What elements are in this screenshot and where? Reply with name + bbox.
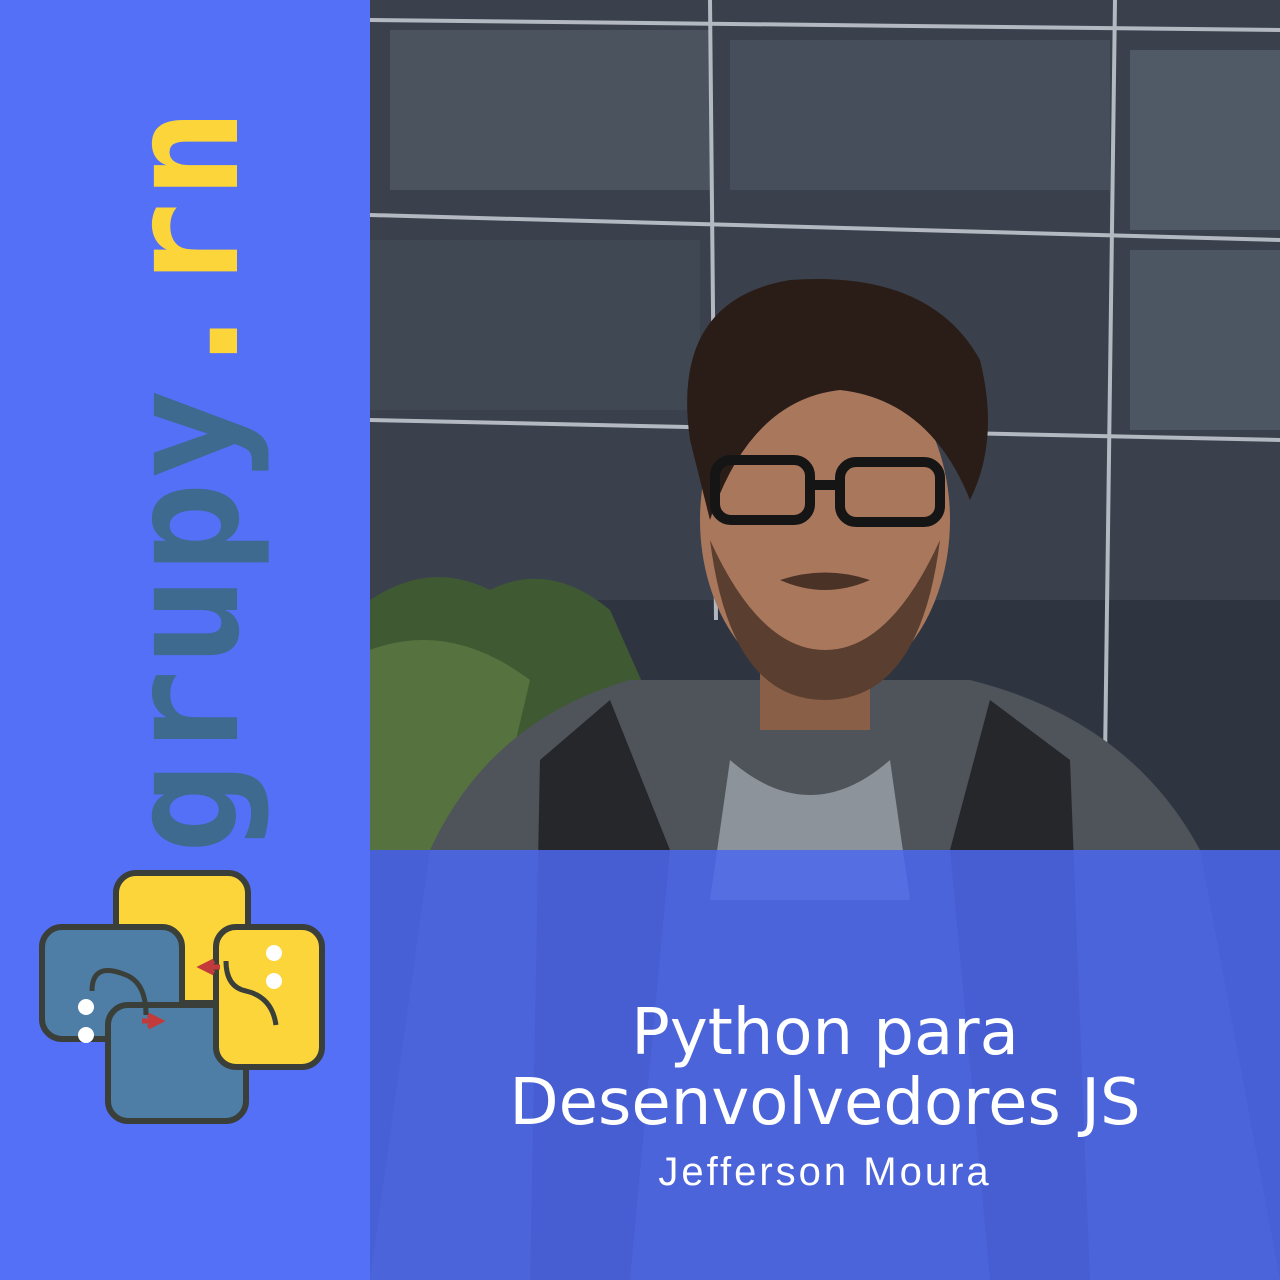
brand-name-end: rn [96,105,273,293]
sidebar: grupy.rn [0,0,370,1280]
python-snakes-logo-icon [39,870,325,1124]
brand-wordmark: grupy.rn [96,106,273,854]
brand-name-dot: . [96,292,273,387]
talk-title-line-1: Python para [631,995,1019,1070]
talk-title-line-2: Desenvolvedores JS [509,1065,1141,1140]
talk-title: Python para Desenvolvedores JS [370,998,1280,1138]
brand-name-start: grupy [96,386,273,855]
speaker-name: Jefferson Moura [658,1150,992,1194]
